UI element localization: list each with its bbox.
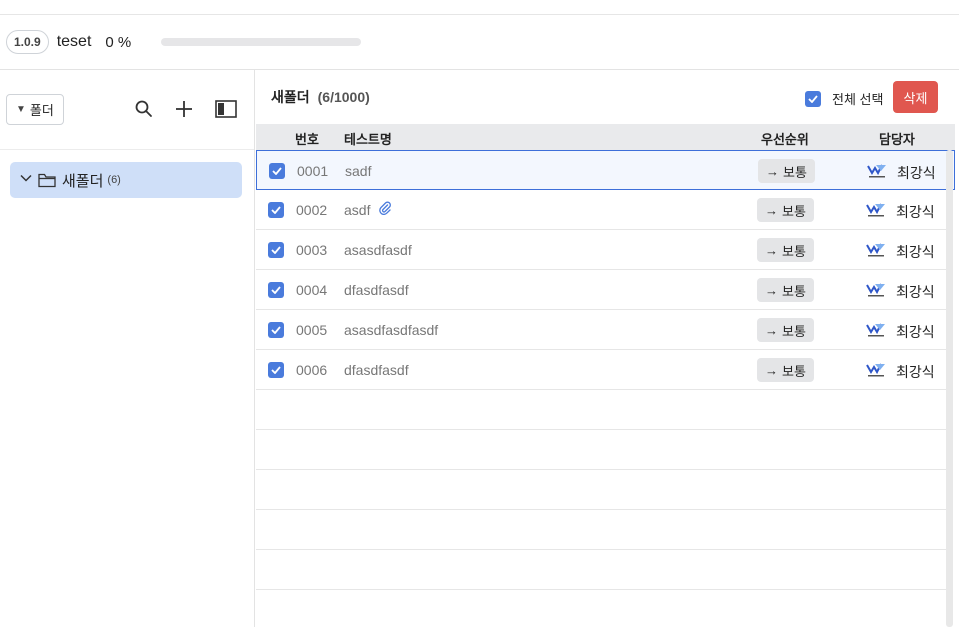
progress-bar: [161, 38, 362, 46]
arrow-right-icon: →: [765, 322, 778, 338]
version-badge: 1.0.9: [6, 30, 49, 54]
priority-label: 보통: [783, 164, 807, 180]
priority-badge[interactable]: → 보통: [757, 358, 814, 382]
select-all-control[interactable]: 전체 선택: [805, 89, 883, 108]
arrow-right-icon: →: [765, 362, 778, 378]
assignee-logo: [866, 201, 886, 219]
table-row[interactable]: 0005 asasdfasdfasdf → 보통 최강식: [256, 310, 946, 350]
table-row[interactable]: 0004 dfasdfasdf → 보통 최강식: [256, 270, 946, 310]
panel-toggle-icon[interactable]: [215, 98, 237, 120]
folder-icon: [38, 173, 56, 188]
tree-item-folder[interactable]: 새폴더 (6): [10, 162, 242, 198]
row-checkbox[interactable]: [268, 202, 284, 218]
arrow-right-icon: →: [765, 282, 778, 298]
empty-row: [256, 390, 946, 430]
triangle-down-icon: ▼: [16, 104, 26, 115]
row-test-name[interactable]: sadf: [345, 163, 371, 179]
row-assignee: 최강식: [896, 364, 935, 380]
tree-item-label: 새폴더: [62, 172, 104, 190]
column-header-priority[interactable]: 우선순위: [761, 129, 809, 148]
plus-icon[interactable]: [173, 98, 195, 120]
table-row[interactable]: 0002 asdf → 보통 최강식: [256, 190, 946, 230]
chevron-down-icon[interactable]: [20, 171, 32, 189]
tree-item-count: (6): [107, 174, 121, 186]
row-checkbox[interactable]: [268, 282, 284, 298]
folder-count: (6/1000): [317, 89, 370, 105]
folder-sidebar: ▼ 폴더 새폴더 (6): [0, 70, 255, 627]
table-row[interactable]: 0006 dfasdfasdf → 보통 최강식: [256, 350, 946, 390]
row-number: 0001: [297, 163, 329, 179]
arrow-right-icon: →: [766, 163, 779, 179]
paperclip-icon: [378, 201, 392, 220]
column-header-assignee[interactable]: 담당자: [879, 129, 915, 148]
row-checkbox[interactable]: [268, 362, 284, 378]
delete-button[interactable]: 삭제: [893, 81, 938, 113]
priority-badge[interactable]: → 보통: [757, 278, 814, 302]
row-test-name[interactable]: asdf: [344, 202, 370, 218]
priority-badge[interactable]: → 보통: [758, 159, 815, 183]
table-row[interactable]: 0001 sadf → 보통 최강식: [256, 150, 955, 190]
priority-badge[interactable]: → 보통: [757, 318, 814, 342]
row-number: 0005: [296, 322, 328, 338]
row-number: 0002: [296, 202, 328, 218]
row-assignee: 최강식: [896, 284, 935, 300]
table-header: 번호 테스트명 우선순위 담당자: [256, 124, 955, 150]
row-checkbox[interactable]: [268, 242, 284, 258]
row-test-name[interactable]: dfasdfasdf: [344, 362, 409, 378]
priority-label: 보통: [782, 283, 806, 299]
project-info-bar: 1.0.9 teset 0 %: [0, 15, 959, 70]
empty-row: [256, 510, 946, 550]
row-assignee: 최강식: [896, 324, 935, 340]
row-checkbox[interactable]: [268, 322, 284, 338]
project-name: teset: [56, 33, 92, 50]
search-icon[interactable]: [133, 98, 155, 120]
test-list-panel: 새폴더 (6/1000) 전체 선택 삭제 번호 테스트명 우선순위 담당자 0…: [256, 70, 959, 627]
row-assignee: 최강식: [897, 165, 936, 181]
row-test-name[interactable]: asasdfasdf: [344, 242, 412, 258]
empty-row: [256, 470, 946, 510]
scrollbar[interactable]: [946, 150, 953, 627]
row-test-name[interactable]: asasdfasdfasdf: [344, 322, 438, 338]
assignee-logo: [866, 281, 886, 299]
priority-label: 보통: [782, 323, 806, 339]
row-test-name[interactable]: dfasdfasdf: [344, 282, 409, 298]
assignee-logo: [866, 361, 886, 379]
list-header: 새폴더 (6/1000) 전체 선택 삭제: [256, 70, 959, 124]
row-number: 0003: [296, 242, 328, 258]
top-strip: [0, 0, 959, 15]
table-row[interactable]: 0003 asasdfasdf → 보통 최강식: [256, 230, 946, 270]
column-header-number[interactable]: 번호: [295, 129, 319, 148]
empty-row: [256, 430, 946, 470]
priority-label: 보통: [782, 203, 806, 219]
folder-filter-button[interactable]: ▼ 폴더: [6, 94, 64, 125]
priority-label: 보통: [782, 243, 806, 259]
empty-row: [256, 550, 946, 590]
select-all-label: 전체 선택: [832, 92, 884, 107]
select-all-checkbox[interactable]: [805, 90, 821, 107]
folder-title: 새폴더: [271, 89, 310, 105]
assignee-logo: [866, 321, 886, 339]
folder-filter-label: 폴더: [29, 103, 54, 118]
assignee-logo: [866, 241, 886, 259]
table-body: 0001 sadf → 보통 최강식 0002 asdf → 보통 최강식 0003 asasdfas…: [256, 150, 955, 627]
arrow-right-icon: →: [765, 242, 778, 258]
row-assignee: 최강식: [896, 244, 935, 260]
sidebar-toolbar: ▼ 폴더: [0, 70, 254, 150]
empty-row: [256, 590, 946, 627]
column-header-test-name[interactable]: 테스트명: [344, 129, 392, 148]
assignee-logo: [867, 162, 887, 180]
row-number: 0004: [296, 282, 328, 298]
row-assignee: 최강식: [896, 204, 935, 220]
progress-percent: 0 %: [105, 33, 132, 51]
priority-badge[interactable]: → 보통: [757, 238, 814, 262]
arrow-right-icon: →: [765, 202, 778, 218]
priority-label: 보통: [782, 363, 806, 379]
row-number: 0006: [296, 362, 328, 378]
priority-badge[interactable]: → 보통: [757, 198, 814, 222]
row-checkbox[interactable]: [269, 163, 285, 179]
